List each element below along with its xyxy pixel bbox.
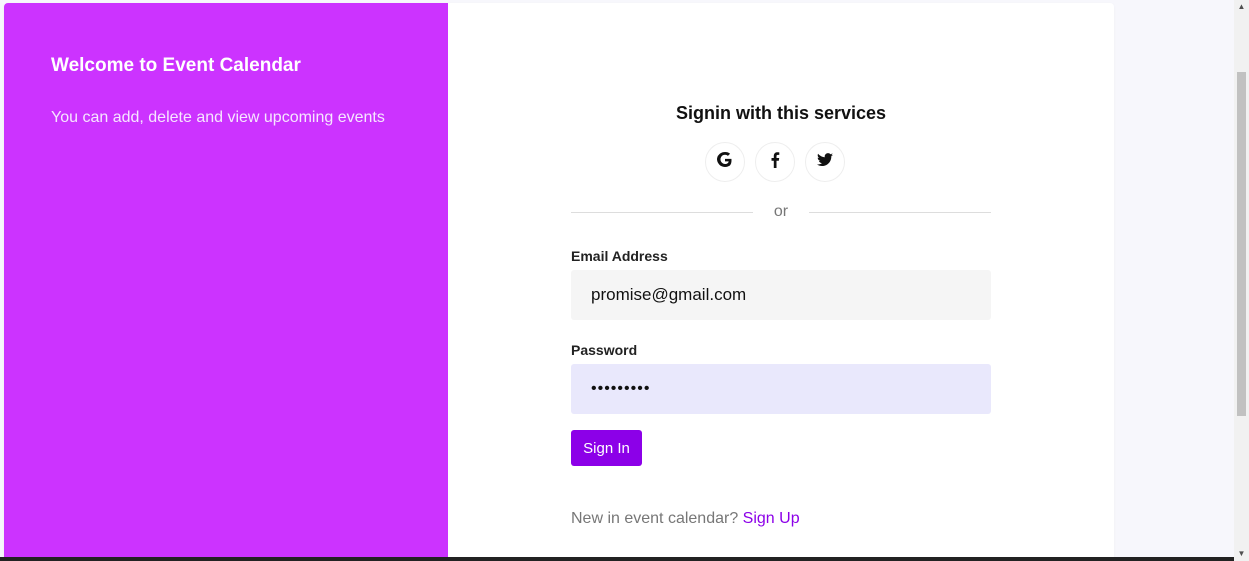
twitter-icon xyxy=(817,152,833,172)
password-label: Password xyxy=(571,342,638,358)
facebook-button[interactable] xyxy=(755,142,795,182)
scroll-up-arrow-icon[interactable]: ▲ xyxy=(1234,0,1249,14)
divider-line-right xyxy=(809,212,991,213)
google-button[interactable] xyxy=(705,142,745,182)
email-label: Email Address xyxy=(571,248,668,264)
vertical-scrollbar[interactable]: ▲ ▼ xyxy=(1234,0,1249,561)
or-divider: or xyxy=(571,202,991,222)
sign-up-link[interactable]: Sign Up xyxy=(743,510,800,527)
sign-in-button[interactable]: Sign In xyxy=(571,430,642,466)
password-field[interactable] xyxy=(571,364,991,414)
twitter-button[interactable] xyxy=(805,142,845,182)
welcome-title: Welcome to Event Calendar xyxy=(51,55,301,76)
login-card: Welcome to Event Calendar You can add, d… xyxy=(4,3,1114,561)
signup-prompt: New in event calendar? Sign Up xyxy=(571,510,800,528)
signup-prompt-text: New in event calendar? xyxy=(571,510,739,527)
signin-panel: Signin with this services or Email Addre… xyxy=(448,3,1114,561)
facebook-icon xyxy=(767,151,783,173)
google-icon xyxy=(717,151,733,173)
scroll-down-arrow-icon[interactable]: ▼ xyxy=(1234,547,1249,561)
email-field[interactable] xyxy=(571,270,991,320)
page: Welcome to Event Calendar You can add, d… xyxy=(0,0,1234,561)
social-login-row xyxy=(705,142,845,182)
signin-title: Signin with this services xyxy=(675,103,887,123)
bottom-edge xyxy=(0,557,1234,561)
scroll-thumb[interactable] xyxy=(1237,72,1246,416)
welcome-panel: Welcome to Event Calendar You can add, d… xyxy=(4,3,448,561)
welcome-subtitle: You can add, delete and view upcoming ev… xyxy=(51,109,385,126)
